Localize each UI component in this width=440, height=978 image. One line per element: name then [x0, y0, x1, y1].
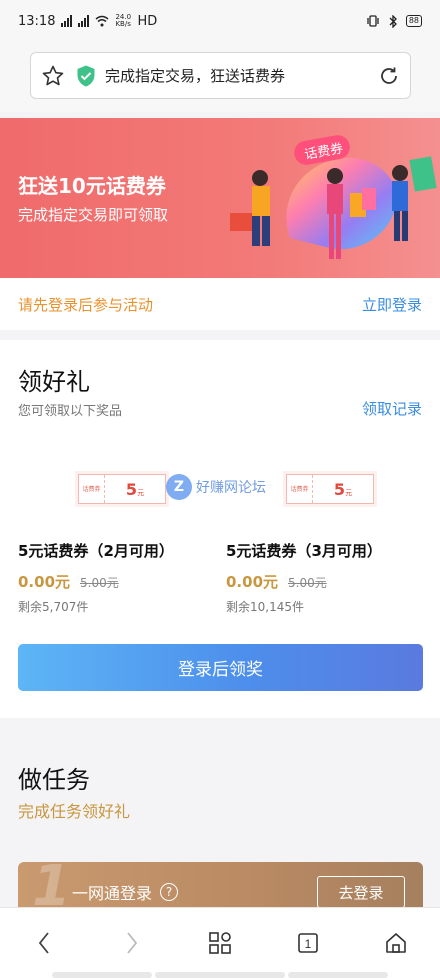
voucher-amount: 5: [333, 479, 346, 499]
gesture-bar: [155, 972, 285, 978]
browser-bottom-nav: 1: [0, 907, 440, 978]
shield-check-icon: [77, 65, 95, 86]
watermark-text: 好赚网论坛: [196, 480, 266, 496]
clock: 13:18: [18, 13, 56, 29]
tabs-button[interactable]: 1: [288, 923, 328, 963]
apps-icon: [209, 932, 231, 954]
signal-icon: [61, 15, 73, 27]
status-bar: 13:18 24.0 KB/s HD 88: [0, 0, 440, 42]
forward-button[interactable]: [112, 923, 152, 963]
network-type: HD: [137, 13, 158, 29]
gift-title: 领好礼: [18, 368, 90, 396]
back-icon: [38, 932, 49, 954]
voucher-unit: 元: [345, 488, 353, 497]
wifi-icon: [95, 15, 109, 27]
banner-headline: 狂送10元话费券: [18, 174, 166, 198]
tab-count: 1: [305, 937, 312, 951]
shopping-people-illustration: 话费券: [230, 135, 437, 259]
voucher-card: 话费券 5元: [78, 474, 166, 504]
banner-subline: 完成指定交易即可领取: [18, 206, 169, 224]
prize-original-price: 5.00元: [80, 576, 119, 590]
prize-name: 5元话费券（2月可用）: [18, 542, 174, 560]
prize-name: 5元话费券（3月可用）: [226, 542, 382, 560]
prize-stock: 剩余10,145件: [226, 600, 304, 614]
gesture-bar: [52, 972, 152, 978]
prize-stock: 剩余5,707件: [18, 600, 89, 614]
reload-icon[interactable]: [378, 65, 400, 87]
vibrate-icon: [367, 15, 379, 27]
watermark-logo-icon: Z: [166, 474, 192, 500]
login-prompt: 请先登录后参与活动: [18, 295, 154, 314]
login-now-link[interactable]: 立即登录: [362, 294, 422, 315]
battery-icon: 88: [405, 15, 422, 27]
prize-item[interactable]: 5元话费券（3月可用） 0.00元 5.00元 剩余10,145件: [226, 540, 426, 615]
back-button[interactable]: [24, 923, 64, 963]
address-bar[interactable]: 完成指定交易，狂送话费券: [30, 52, 411, 99]
promo-banner: 狂送10元话费券 完成指定交易即可领取 话费券: [0, 118, 440, 278]
task-subtitle: 完成任务领好礼: [18, 802, 131, 821]
star-icon[interactable]: [41, 64, 65, 88]
home-icon: [386, 933, 406, 953]
voucher-unit: 元: [137, 488, 145, 497]
prize-price: 0.00元: [226, 573, 279, 591]
watermark: Z 好赚网论坛: [166, 474, 266, 500]
gift-section: 领好礼 您可领取以下奖品 领取记录 话费券 5元 Z 好赚网论坛 话费券 5元 …: [0, 340, 440, 718]
browser-toolbar: 完成指定交易，狂送话费券: [0, 42, 440, 112]
tabs-icon: 1: [298, 933, 318, 953]
voucher-amount: 5: [125, 479, 138, 499]
home-button[interactable]: [376, 923, 416, 963]
voucher-tag: 话费券: [79, 475, 105, 503]
bluetooth-icon: [389, 14, 397, 28]
prize-item[interactable]: 5元话费券（2月可用） 0.00元 5.00元 剩余5,707件: [18, 540, 218, 615]
claim-after-login-button[interactable]: 登录后领奖: [18, 644, 423, 691]
claim-record-link[interactable]: 领取记录: [362, 398, 422, 419]
login-strip: 请先登录后参与活动 立即登录: [0, 278, 440, 330]
prize-price: 0.00元: [18, 573, 71, 591]
voucher-tag: 话费券: [287, 475, 313, 503]
task-name: 一网通登录: [72, 884, 153, 903]
network-speed: 24.0 KB/s: [115, 13, 132, 28]
page-title: 完成指定交易，狂送话费券: [105, 67, 286, 85]
help-icon[interactable]: ?: [160, 883, 179, 901]
gesture-bar: [288, 972, 388, 978]
task-title: 做任务: [18, 766, 90, 794]
apps-button[interactable]: [200, 923, 240, 963]
voucher-card: 话费券 5元: [286, 474, 374, 504]
prize-original-price: 5.00元: [288, 576, 327, 590]
gift-subtitle: 您可领取以下奖品: [18, 404, 123, 419]
forward-icon: [127, 932, 138, 954]
signal-icon: [78, 15, 90, 27]
go-login-button[interactable]: 去登录: [317, 876, 405, 908]
